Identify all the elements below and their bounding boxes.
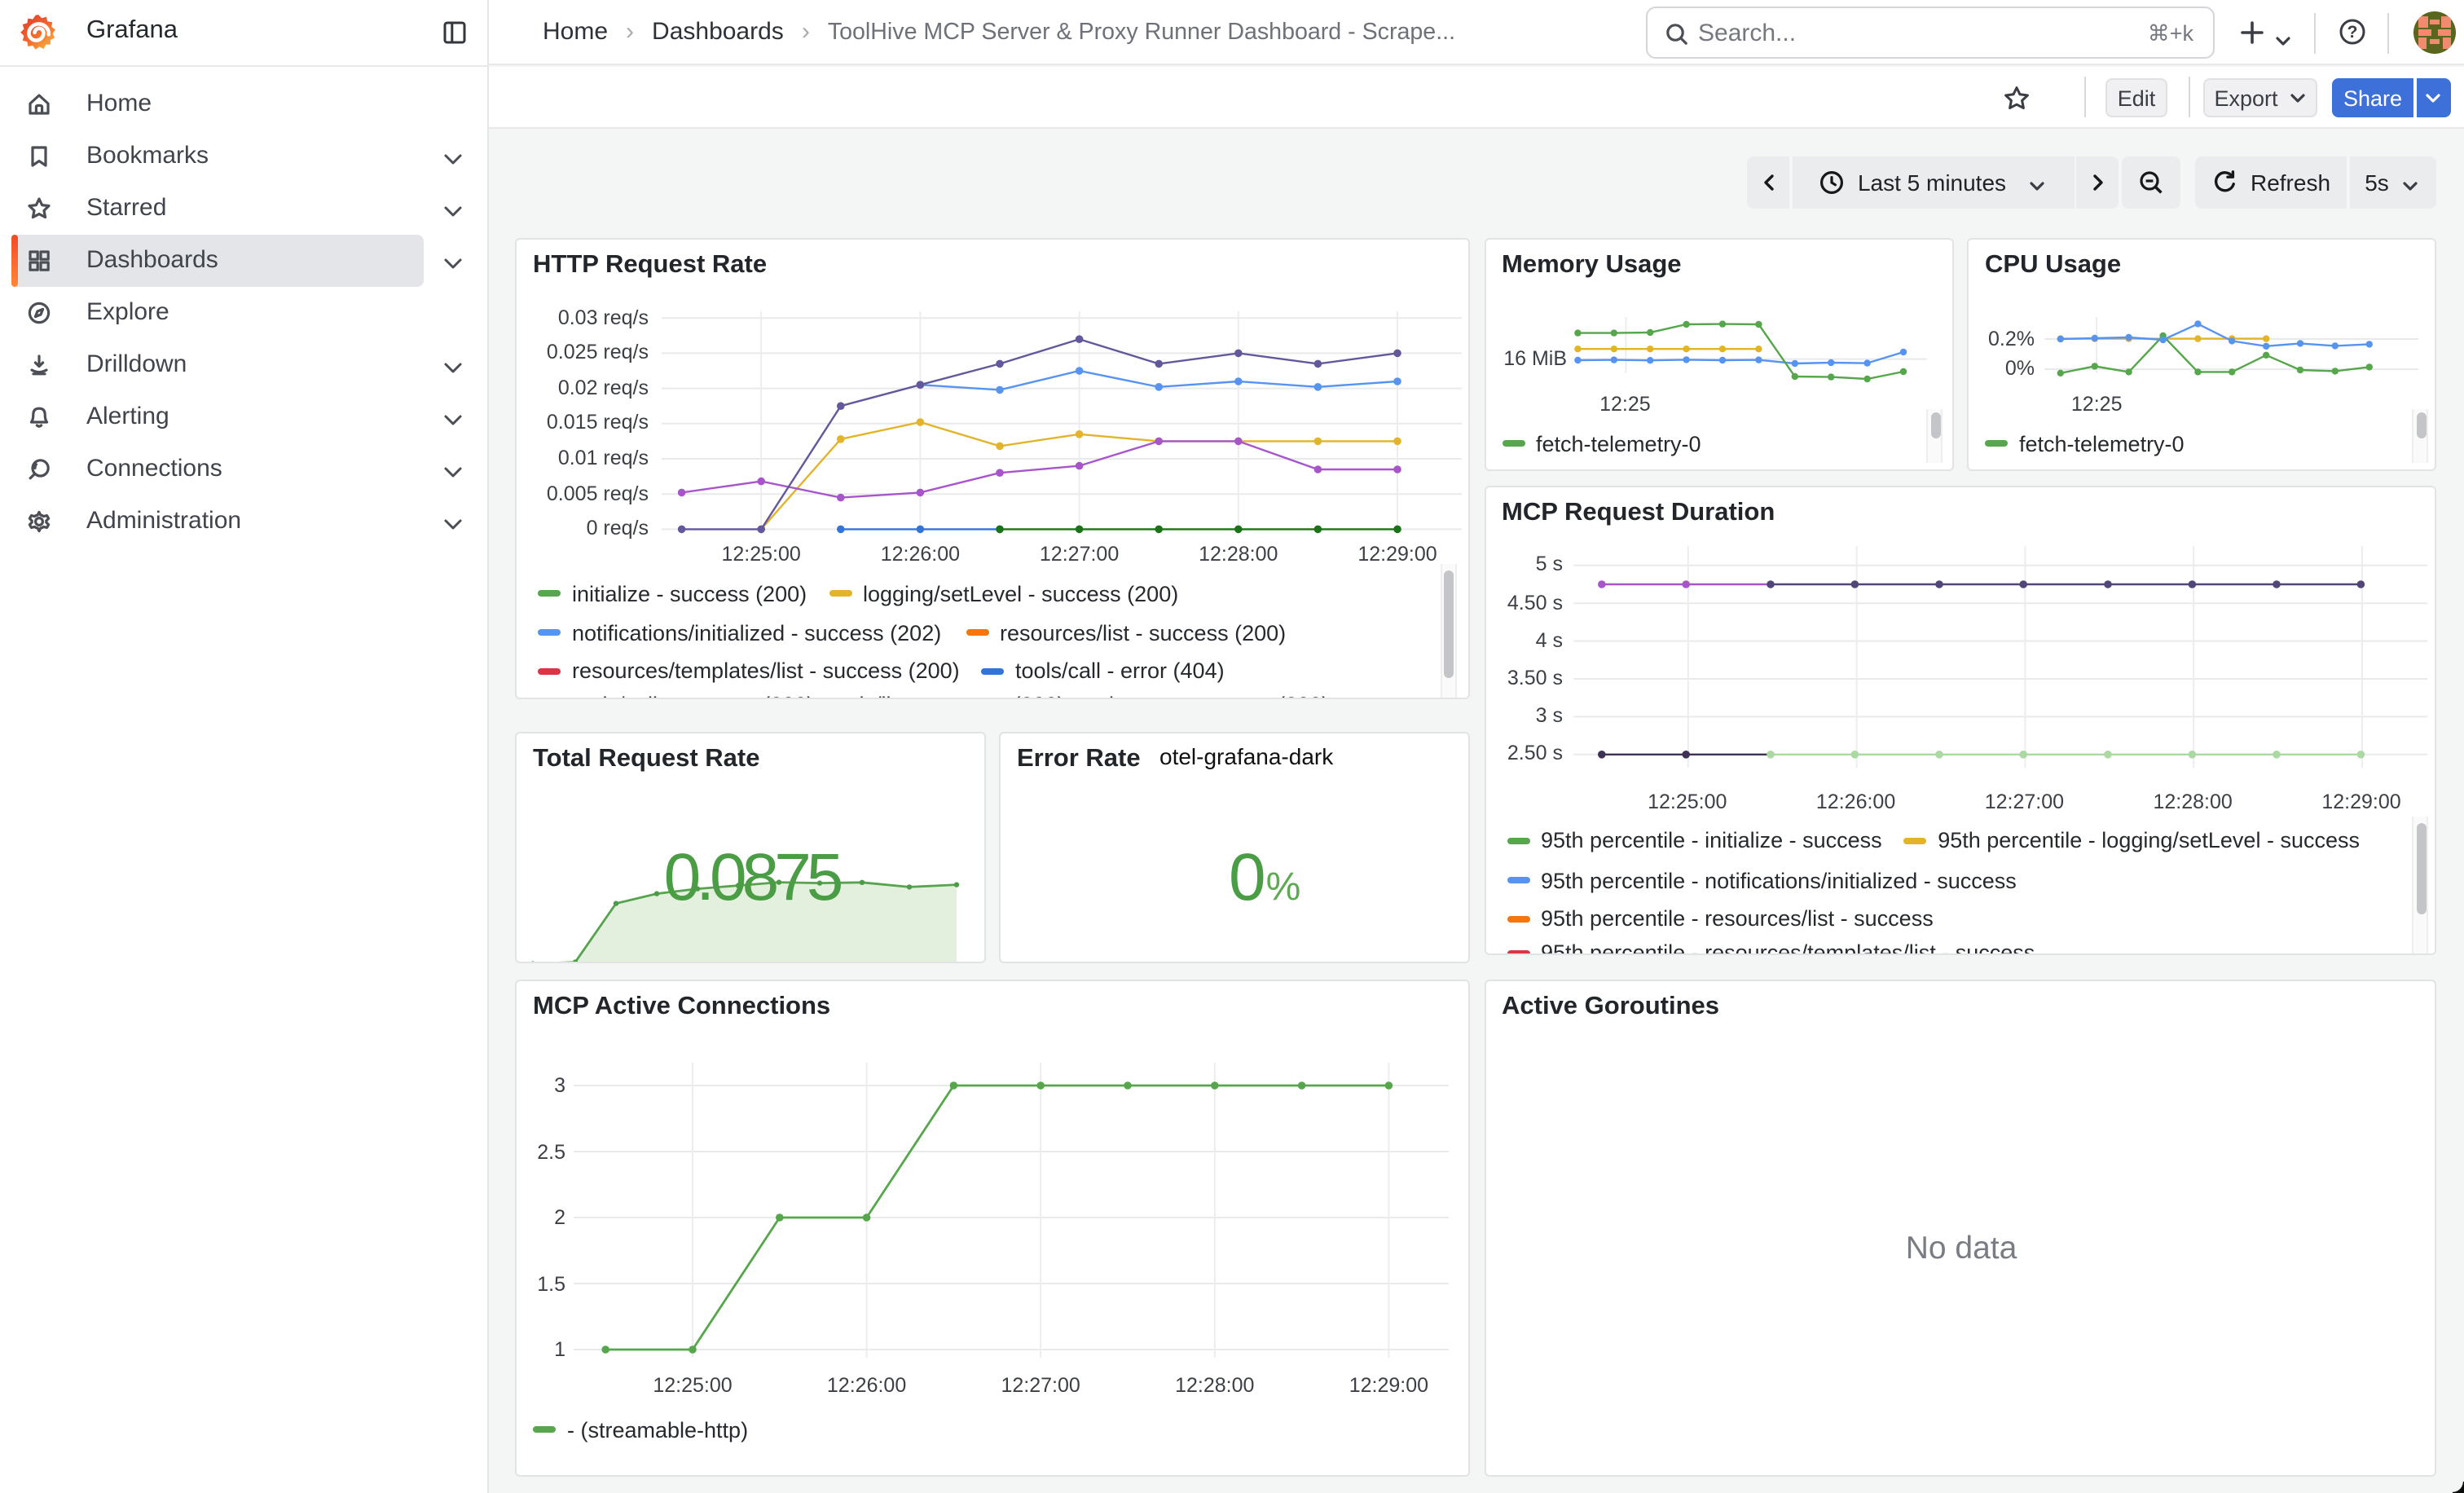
svg-text:?: ?: [2347, 23, 2358, 42]
